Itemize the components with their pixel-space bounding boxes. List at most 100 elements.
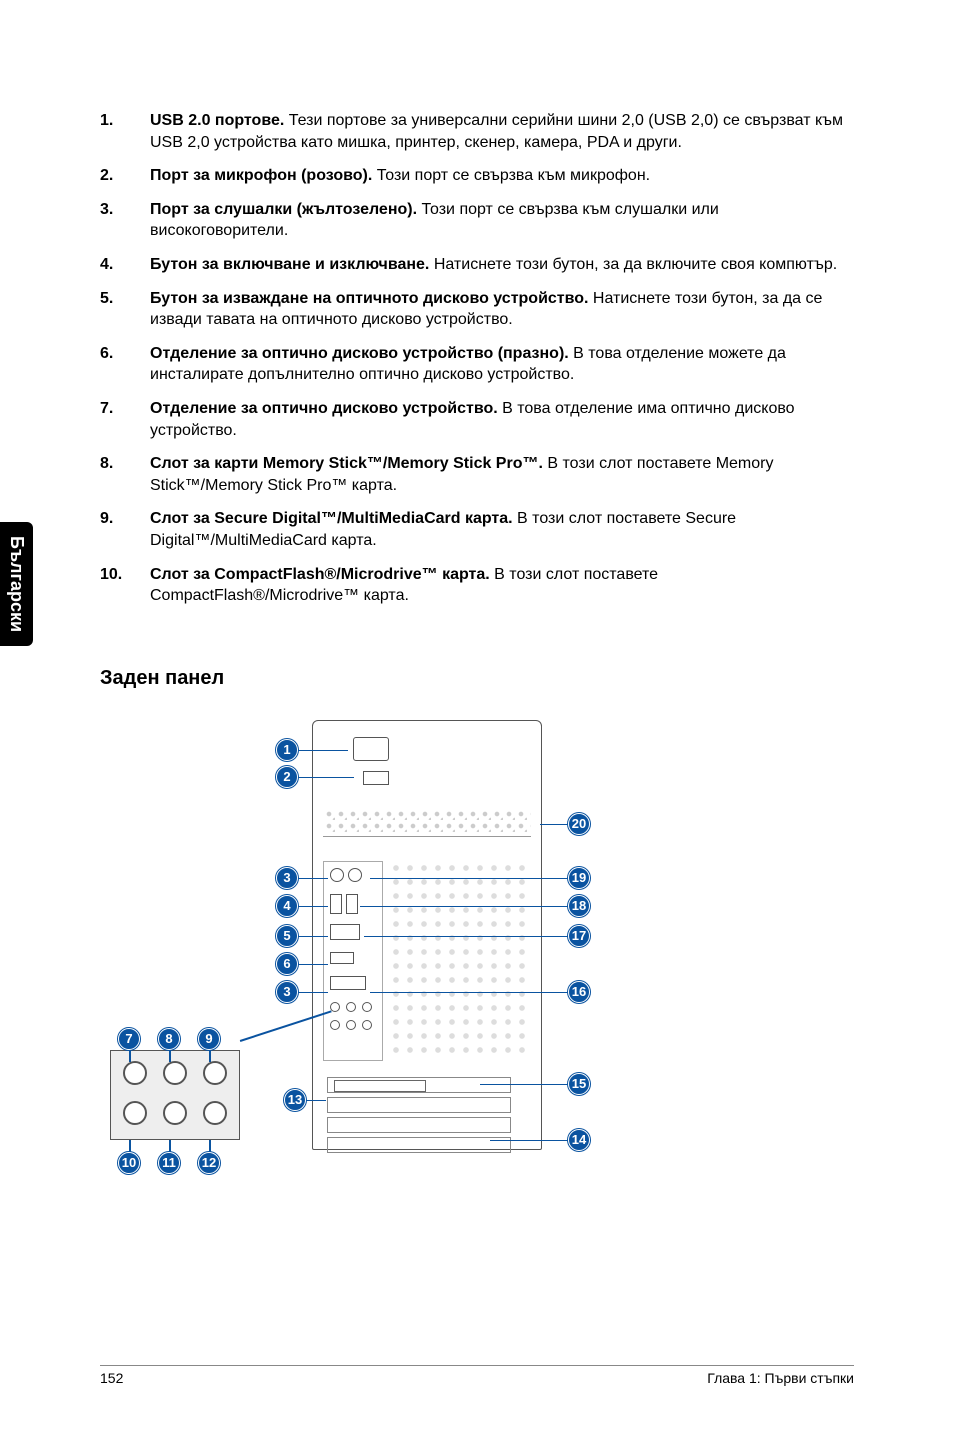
expansion-slot	[327, 1137, 511, 1153]
item-text: USB 2.0 портове. Тези портове за универс…	[150, 110, 854, 153]
item-text: Порт за слушалки (жълтозелено). Този пор…	[150, 199, 854, 242]
leader-line	[360, 906, 570, 908]
audio-jack-icon	[203, 1101, 227, 1125]
usb-port-icon	[330, 894, 342, 914]
item-number: 3.	[100, 199, 150, 242]
list-item: 6. Отделение за оптично дисково устройст…	[100, 343, 854, 386]
leader-line	[298, 936, 328, 938]
leader-line	[298, 777, 354, 779]
item-number: 2.	[100, 165, 150, 187]
item-number: 8.	[100, 453, 150, 496]
item-text: Порт за микрофон (розово). Този порт се …	[150, 165, 854, 187]
callout-6: 6	[276, 953, 298, 975]
leader-line	[129, 1050, 131, 1062]
item-number: 1.	[100, 110, 150, 153]
list-item: 10. Слот за CompactFlash®/Microdrive™ ка…	[100, 564, 854, 607]
power-socket-icon	[353, 737, 389, 761]
item-text: Бутон за включване и изключване. Натисне…	[150, 254, 854, 276]
hdmi-port-icon	[330, 952, 354, 964]
psu-vents	[323, 808, 531, 834]
callout-14: 14	[568, 1129, 590, 1151]
rear-panel-diagram: 1 2 3 4 5 6 3 7 8 9 10 11 12 13 20	[100, 720, 854, 1190]
callout-19: 19	[568, 867, 590, 889]
leader-line	[298, 964, 328, 966]
item-text: Отделение за оптично дисково устройство.…	[150, 398, 854, 441]
list-item: 2. Порт за микрофон (розово). Този порт …	[100, 165, 854, 187]
audio-jack-icon	[123, 1101, 147, 1125]
callout-15: 15	[568, 1073, 590, 1095]
audio-jack-icon	[163, 1101, 187, 1125]
callout-5: 5	[276, 925, 298, 947]
callout-1: 1	[276, 739, 298, 761]
callout-12: 12	[198, 1152, 220, 1174]
leader-line	[490, 1140, 570, 1142]
leader-line	[364, 936, 570, 938]
item-text: Слот за Secure Digital™/MultiMediaCard к…	[150, 508, 854, 551]
item-text: Отделение за оптично дисково устройство …	[150, 343, 854, 386]
callout-13: 13	[284, 1089, 306, 1111]
item-number: 6.	[100, 343, 150, 386]
vga-port-icon	[330, 924, 360, 940]
tower-outline	[312, 720, 542, 1150]
usb-port-icon	[346, 894, 358, 914]
callout-9: 9	[198, 1028, 220, 1050]
audio-jack-icon	[203, 1061, 227, 1085]
callout-10: 10	[118, 1152, 140, 1174]
ps2-port-icon	[348, 868, 362, 882]
item-text: Бутон за изваждане на оптичното дисково …	[150, 288, 854, 331]
item-text: Слот за CompactFlash®/Microdrive™ карта.…	[150, 564, 854, 607]
callout-11: 11	[158, 1152, 180, 1174]
usb-row-icon	[330, 976, 366, 990]
callout-18: 18	[568, 895, 590, 917]
psu-area	[323, 731, 531, 837]
page-footer: 152 Глава 1: Първи стъпки	[100, 1365, 854, 1386]
chapter-label: Глава 1: Първи стъпки	[707, 1370, 854, 1386]
callout-17: 17	[568, 925, 590, 947]
item-text: Слот за карти Memory Stick™/Memory Stick…	[150, 453, 854, 496]
callout-2: 2	[276, 766, 298, 788]
list-item: 1. USB 2.0 портове. Тези портове за унив…	[100, 110, 854, 153]
item-number: 5.	[100, 288, 150, 331]
callout-8: 8	[158, 1028, 180, 1050]
list-item: 5. Бутон за изваждане на оптичното диско…	[100, 288, 854, 331]
audio-inset-box	[110, 1050, 240, 1140]
leader-line	[298, 992, 328, 994]
leader-line	[306, 1100, 326, 1102]
callout-16: 16	[568, 981, 590, 1003]
ventilation-mesh	[389, 861, 529, 1061]
list-item: 3. Порт за слушалки (жълтозелено). Този …	[100, 199, 854, 242]
callout-7: 7	[118, 1028, 140, 1050]
leader-line	[540, 824, 570, 826]
expansion-slot	[327, 1097, 511, 1113]
leader-line	[209, 1050, 211, 1062]
leader-line	[298, 750, 348, 752]
leader-line	[298, 906, 328, 908]
io-plate	[323, 861, 383, 1061]
callout-4: 4	[276, 895, 298, 917]
page-number: 152	[100, 1370, 123, 1386]
numbered-list: 1. USB 2.0 портове. Тези портове за унив…	[100, 110, 854, 607]
callout-20: 20	[568, 813, 590, 835]
audio-jack-icon	[163, 1061, 187, 1085]
leader-line	[298, 878, 328, 880]
audio-jacks-icon	[328, 1000, 374, 1036]
leader-line	[480, 1084, 570, 1086]
list-item: 8. Слот за карти Memory Stick™/Memory St…	[100, 453, 854, 496]
leader-line	[370, 878, 570, 880]
leader-line	[370, 992, 570, 994]
audio-jack-icon	[123, 1061, 147, 1085]
item-number: 7.	[100, 398, 150, 441]
ps2-port-icon	[330, 868, 344, 882]
section-title-rear-panel: Заден панел	[100, 667, 854, 690]
leader-line	[169, 1050, 171, 1062]
callout-3b: 3	[276, 981, 298, 1003]
item-number: 9.	[100, 508, 150, 551]
item-number: 10.	[100, 564, 150, 607]
callout-3: 3	[276, 867, 298, 889]
power-switch-icon	[363, 771, 389, 785]
list-item: 7. Отделение за оптично дисково устройст…	[100, 398, 854, 441]
item-number: 4.	[100, 254, 150, 276]
list-item: 9. Слот за Secure Digital™/MultiMediaCar…	[100, 508, 854, 551]
list-item: 4. Бутон за включване и изключване. Нати…	[100, 254, 854, 276]
expansion-slot	[327, 1117, 511, 1133]
